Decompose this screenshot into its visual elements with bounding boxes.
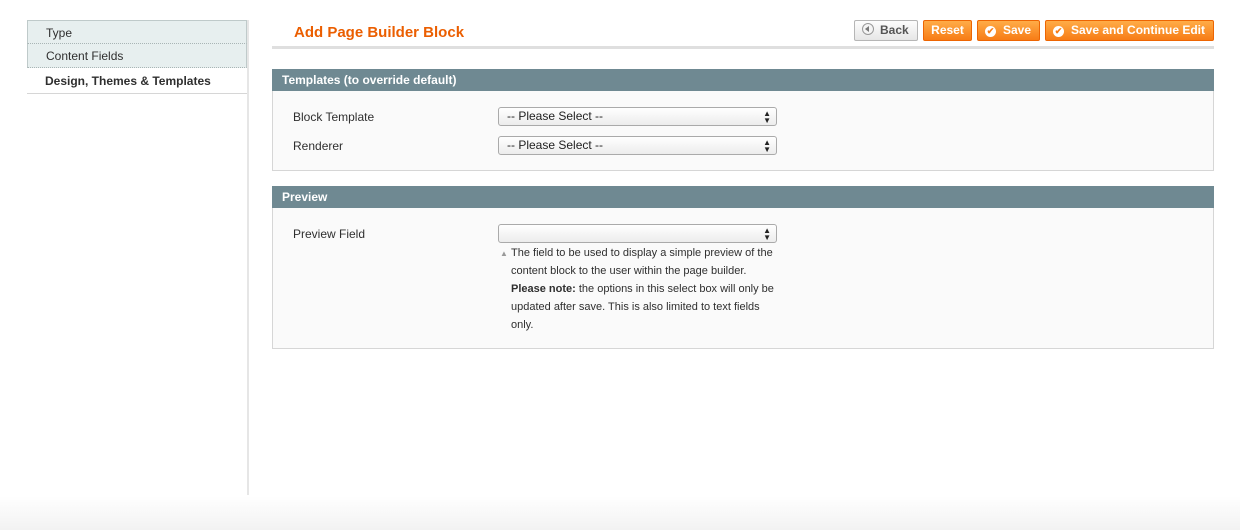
tab-design-themes-templates[interactable]: Design, Themes & Templates bbox=[27, 68, 247, 94]
templates-section-body bbox=[272, 91, 1214, 171]
select-arrows-icon: ▲ ▼ bbox=[763, 226, 771, 242]
note-line: The field to be used to display a simple… bbox=[511, 247, 773, 259]
select-arrows-icon: ▲ ▼ bbox=[763, 109, 771, 125]
block-template-select[interactable]: -- Please Select -- ▲ ▼ bbox=[498, 107, 777, 126]
back-button-label: Back bbox=[880, 23, 909, 37]
renderer-label: Renderer bbox=[293, 139, 344, 153]
preview-field-label: Preview Field bbox=[293, 227, 366, 241]
reset-button-label: Reset bbox=[931, 23, 964, 37]
page-title: Add Page Builder Block bbox=[294, 24, 465, 41]
note-line: content block to the user within the pag… bbox=[511, 265, 747, 277]
block-template-value: -- Please Select -- bbox=[507, 109, 604, 123]
checkmark-icon: ✔ bbox=[1053, 26, 1064, 37]
note-line: only. bbox=[511, 319, 534, 331]
sidebar-tabs: Type Content Fields Design, Themes & Tem… bbox=[27, 20, 249, 495]
checkmark-icon: ✔ bbox=[985, 26, 996, 37]
tab-content-fields[interactable]: Content Fields bbox=[27, 44, 247, 68]
block-template-label: Block Template bbox=[293, 110, 375, 124]
templates-section-header: Templates (to override default) bbox=[272, 69, 1214, 91]
select-arrows-icon: ▲ ▼ bbox=[763, 138, 771, 154]
back-button[interactable]: Back bbox=[854, 20, 918, 41]
reset-button[interactable]: Reset bbox=[923, 20, 972, 41]
preview-field-select[interactable]: ▲ ▼ bbox=[498, 224, 777, 243]
save-and-continue-button[interactable]: ✔ Save and Continue Edit bbox=[1045, 20, 1214, 41]
bottom-bar bbox=[0, 496, 1240, 530]
preview-field-note: ▲ The field to be used to display a simp… bbox=[498, 244, 788, 334]
header-divider bbox=[272, 46, 1214, 49]
preview-section-header: Preview bbox=[272, 186, 1214, 208]
note-bold: Please note: bbox=[511, 283, 576, 295]
tab-type[interactable]: Type bbox=[27, 20, 247, 44]
renderer-value: -- Please Select -- bbox=[507, 138, 604, 152]
save-button-label: Save bbox=[1003, 23, 1032, 37]
note-line: updated after save. This is also limited… bbox=[511, 301, 760, 313]
renderer-select[interactable]: -- Please Select -- ▲ ▼ bbox=[498, 136, 777, 155]
save-button[interactable]: ✔ Save bbox=[977, 20, 1040, 41]
save-and-continue-label: Save and Continue Edit bbox=[1071, 23, 1206, 37]
note-pointer-icon: ▲ bbox=[500, 249, 508, 258]
note-line: the options in this select box will only… bbox=[575, 283, 774, 295]
back-arrow-icon bbox=[862, 23, 874, 35]
